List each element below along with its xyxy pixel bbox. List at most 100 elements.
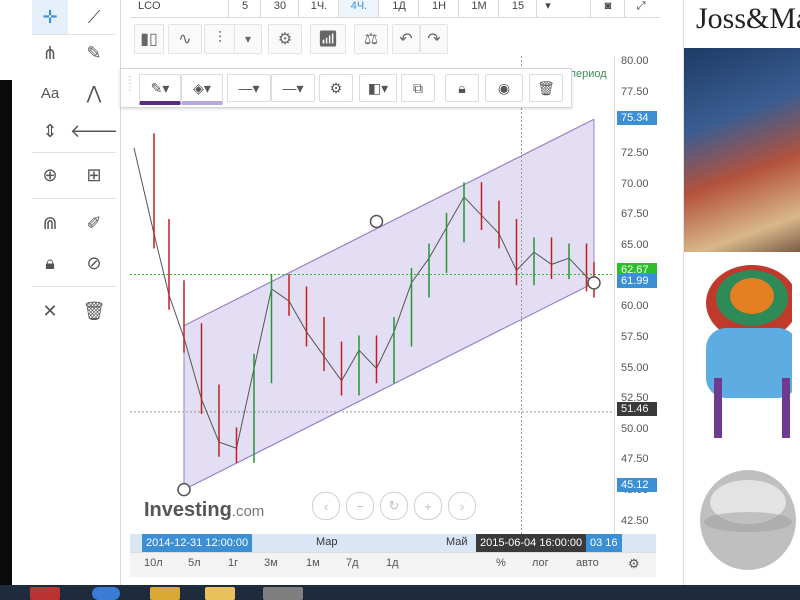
taskbar-app-icon-active[interactable] [263, 587, 303, 600]
area-chart-icon[interactable]: ∿ [168, 24, 202, 54]
range-10y[interactable]: 10л [144, 557, 163, 569]
tools-icon[interactable]: ✕ [32, 294, 68, 328]
line-width-dropdown[interactable]: —▾ [271, 74, 315, 102]
camera-icon[interactable]: ◙ [590, 0, 625, 17]
chart-navigation: ‹ − ↻ + › [312, 492, 477, 520]
price-tick-label: 55.00 [621, 361, 649, 374]
interval-4h[interactable]: 4Ч. [338, 0, 379, 17]
lock-icon[interactable]: 🔒︎ [32, 246, 68, 280]
price-axis[interactable]: 80.0077.5075.0072.5070.0067.5065.0062.50… [614, 55, 657, 534]
visibility-eye-icon[interactable]: ◉ [485, 74, 523, 102]
lock-icon[interactable]: 🔒︎ [445, 74, 479, 102]
interval-5[interactable]: 5 [228, 0, 261, 17]
indicators-icon[interactable]: 📶︎ [310, 24, 346, 54]
time-label-mar: Мар [316, 536, 338, 548]
divider [32, 152, 116, 153]
range-7d[interactable]: 7д [346, 557, 359, 569]
measure-icon[interactable]: ⇕ [32, 114, 68, 148]
background-window-strip [0, 0, 28, 600]
scroll-right-icon[interactable]: › [448, 492, 476, 520]
pitchfork-icon[interactable]: ⋔ [32, 36, 68, 70]
ad-image-pouf[interactable] [696, 462, 796, 580]
os-taskbar [0, 585, 800, 600]
settings-gear-icon[interactable]: ⚙ [319, 74, 353, 102]
interval-1d[interactable]: 1Д [378, 0, 419, 17]
ruler-icon[interactable]: ⊞ [76, 158, 112, 192]
price-tick-label: 70.00 [621, 177, 649, 190]
chevron-down-icon[interactable]: ▾ [536, 0, 559, 17]
scroll-left-icon[interactable]: ‹ [312, 492, 340, 520]
stay-in-drawing-mode-icon[interactable]: ✐ [76, 206, 112, 240]
symbol-input[interactable]: LCO [130, 0, 228, 17]
redo-icon[interactable]: ↷ [420, 24, 448, 54]
range-3m[interactable]: 3м [264, 557, 278, 569]
reset-icon[interactable]: ↻ [380, 492, 408, 520]
crosshair-icon[interactable]: ✛ [32, 0, 68, 34]
pattern-icon[interactable]: ⋀ [76, 76, 112, 110]
taskbar-app-icon[interactable] [30, 587, 60, 600]
chevron-down-icon[interactable]: ▾ [234, 24, 262, 54]
range-1m[interactable]: 1м [306, 557, 320, 569]
price-tick-label: 57.50 [621, 330, 649, 343]
settings-gear-icon[interactable]: ⚙ [628, 556, 640, 572]
hide-drawings-icon[interactable]: ⊘ [76, 246, 112, 280]
time-axis[interactable]: 2014-12-31 12:00:00 Мар Май 2015-06-04 1… [130, 534, 656, 552]
undo-icon[interactable]: ↶ [392, 24, 420, 54]
trend-line-icon[interactable]: ⟋ [76, 0, 112, 34]
trash-icon[interactable]: 🗑︎ [76, 294, 112, 328]
watermark-brand: Investing [144, 499, 232, 521]
brush-icon[interactable]: ✎ [76, 36, 112, 70]
bars-icon[interactable]: ⫶ [204, 24, 236, 54]
auto-scale-toggle[interactable]: авто [576, 557, 599, 569]
range-1y[interactable]: 1г [228, 557, 238, 569]
ad-image-armchair[interactable] [692, 258, 798, 448]
range-5y[interactable]: 5л [188, 557, 201, 569]
crosshair-price-badge: 51.46 [617, 402, 657, 416]
lower-channel-price-badge: 45.12 [617, 478, 657, 492]
ad-image-chair[interactable] [684, 48, 800, 252]
zoom-in-icon[interactable]: + [414, 492, 442, 520]
interval-1m[interactable]: 1М [458, 0, 499, 17]
settings-gear-icon[interactable]: ⚙ [268, 24, 302, 54]
clone-icon[interactable]: ⧉ [401, 74, 435, 102]
drag-handle-icon[interactable]: ⋮ ⋮ [125, 76, 135, 99]
zoom-out-icon[interactable]: − [346, 492, 374, 520]
log-scale-toggle[interactable]: лог [532, 557, 549, 569]
channel-handle [369, 214, 384, 229]
fill-color-icon[interactable]: ◈▾ [181, 74, 223, 105]
advertisement[interactable]: Joss&Main [683, 0, 800, 585]
interval-15[interactable]: 15 [498, 0, 537, 17]
compare-icon[interactable]: ⚖ [354, 24, 388, 54]
price-tick-label: 67.50 [621, 208, 649, 221]
line-style-dropdown[interactable]: —▾ [227, 74, 271, 102]
arrow-left-icon[interactable]: 🡐 [70, 114, 118, 148]
interval-30[interactable]: 30 [260, 0, 299, 17]
divider [32, 198, 116, 199]
line-color-icon[interactable]: ✎▾ [139, 74, 181, 105]
background-image [0, 80, 12, 590]
taskbar-app-icon[interactable] [92, 587, 120, 600]
text-tool-icon[interactable]: Aa [32, 76, 68, 110]
price-tick-label: 80.00 [621, 55, 649, 68]
price-tick-label: 65.00 [621, 238, 649, 251]
period-label: период [570, 68, 607, 80]
fullscreen-icon[interactable]: ⤢ [624, 0, 657, 17]
magnet-icon[interactable]: ⋒ [32, 206, 68, 240]
range-1d[interactable]: 1д [386, 557, 399, 569]
interval-1h[interactable]: 1Ч. [298, 0, 339, 17]
investing-watermark: Investing.com [144, 499, 264, 522]
chart-canvas[interactable] [130, 56, 614, 534]
zoom-in-icon[interactable]: ⊕ [32, 158, 68, 192]
start-time-badge: 2014-12-31 12:00:00 [142, 534, 253, 552]
price-tick-label: 60.00 [621, 300, 649, 313]
candles-icon[interactable]: ▮▯ [134, 24, 164, 54]
taskbar-app-icon[interactable] [205, 587, 235, 600]
taskbar-app-icon[interactable] [150, 587, 180, 600]
channel-handle [177, 482, 191, 497]
layers-icon[interactable]: ◧▾ [359, 74, 397, 102]
trash-icon[interactable]: 🗑︎ [529, 74, 563, 102]
price-tick-label: 72.50 [621, 147, 649, 160]
price-chart[interactable] [130, 56, 656, 534]
interval-1w[interactable]: 1Н [418, 0, 459, 17]
percent-scale-toggle[interactable]: % [496, 557, 506, 569]
